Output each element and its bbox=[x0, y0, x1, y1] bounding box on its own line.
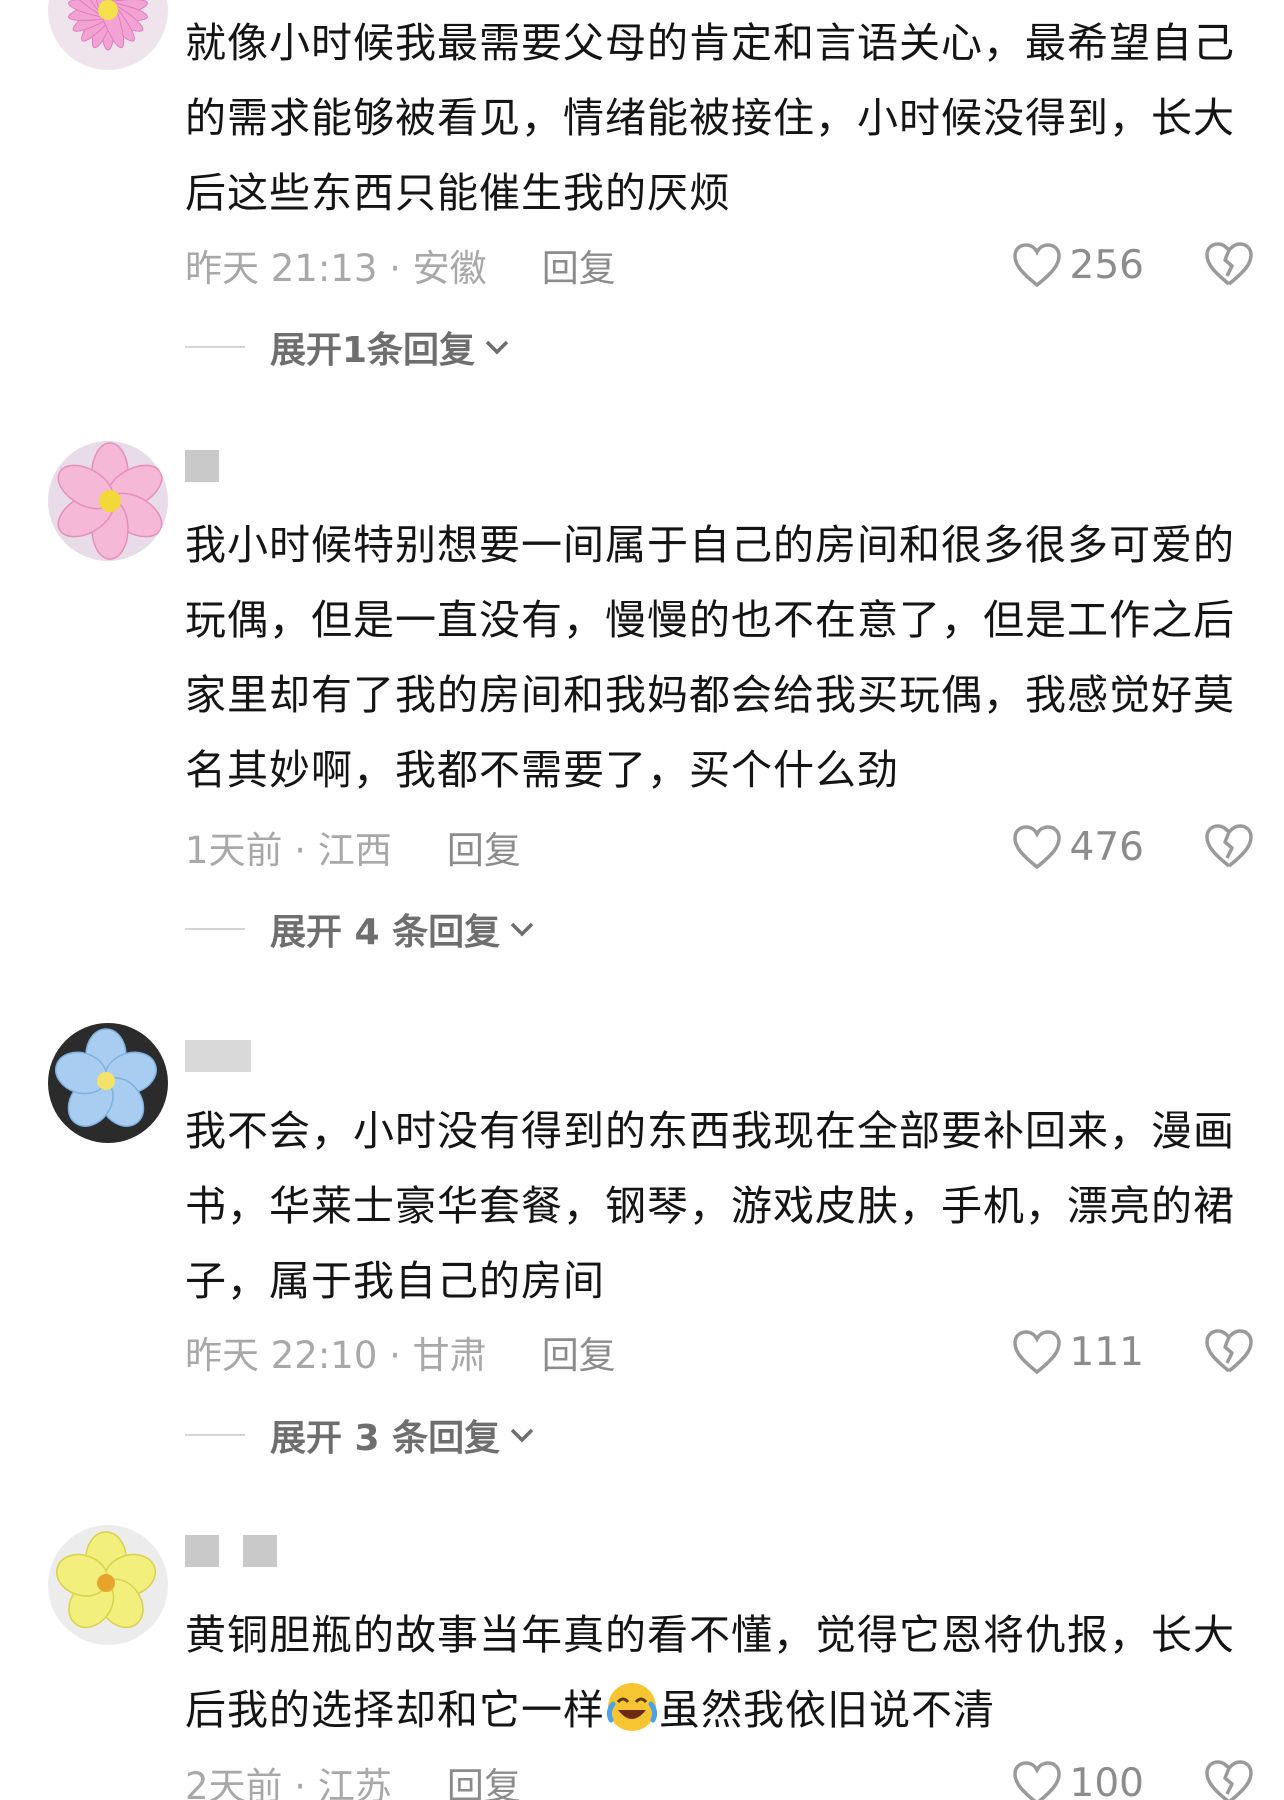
username-redaction bbox=[185, 1040, 251, 1072]
like-count: 256 bbox=[1069, 242, 1144, 288]
chevron-down-icon bbox=[510, 1428, 534, 1443]
comment-meta: 1天前 · 江西 回复 bbox=[185, 822, 521, 872]
like-count: 476 bbox=[1069, 824, 1144, 870]
like-count: 111 bbox=[1069, 1329, 1144, 1375]
divider-line bbox=[185, 928, 245, 930]
comment-text: 我不会，小时没有得到的东西我现在全部要补回来，漫画书，华莱士豪华套餐，钢琴，游戏… bbox=[185, 1107, 1235, 1305]
expand-replies-button[interactable]: 展开 3 条回复 bbox=[185, 1410, 536, 1460]
reply-button[interactable]: 回复 bbox=[447, 1756, 521, 1800]
like-count: 100 bbox=[1069, 1760, 1144, 1800]
broken-heart-icon bbox=[1205, 1329, 1253, 1373]
reply-button[interactable]: 回复 bbox=[542, 1325, 616, 1379]
dislike-button[interactable] bbox=[1204, 240, 1254, 288]
reply-button[interactable]: 回复 bbox=[542, 238, 616, 292]
chevron-down-icon bbox=[510, 922, 534, 937]
expand-replies-button[interactable]: 展开1条回复 bbox=[185, 322, 511, 372]
pink-cosmos-avatar-icon bbox=[48, 441, 168, 561]
yellow-flower-avatar-icon bbox=[48, 1525, 168, 1645]
like-button[interactable]: 256 bbox=[1012, 240, 1144, 290]
reply-button[interactable]: 回复 bbox=[447, 820, 521, 874]
username-redaction bbox=[185, 450, 219, 482]
expand-replies-button[interactable]: 展开 4 条回复 bbox=[185, 904, 536, 954]
chevron-down-icon bbox=[485, 340, 509, 355]
avatar[interactable] bbox=[48, 1023, 168, 1143]
dislike-button[interactable] bbox=[1204, 1758, 1254, 1800]
like-button[interactable]: 111 bbox=[1012, 1327, 1144, 1377]
avatar[interactable] bbox=[48, 0, 168, 70]
broken-heart-icon bbox=[1205, 242, 1253, 286]
broken-heart-icon bbox=[1205, 824, 1253, 868]
comment-time-location: 昨天 21:13 · 安徽 bbox=[185, 247, 487, 290]
divider-line bbox=[185, 346, 245, 348]
username-redaction bbox=[243, 1535, 277, 1567]
heart-icon bbox=[1012, 825, 1061, 870]
expand-replies-label: 展开 4 条回复 bbox=[270, 912, 501, 953]
like-button[interactable]: 100 bbox=[1012, 1758, 1144, 1800]
comment-text: 黄铜胆瓶的故事当年真的看不懂，觉得它恩将仇报，长大后我的选择却和它一样 虽然我依… bbox=[185, 1598, 1270, 1748]
heart-icon bbox=[1012, 243, 1061, 288]
comment-text: 就像小时候我最需要父母的肯定和言语关心，最希望自己的需求能够被看见，情绪能被接住… bbox=[185, 19, 1235, 217]
comment-time-location: 2天前 · 江苏 bbox=[185, 1765, 392, 1800]
comment-meta: 昨天 21:13 · 安徽 回复 bbox=[185, 240, 616, 290]
username-masked[interactable] bbox=[185, 1535, 277, 1567]
divider-line bbox=[185, 1434, 245, 1436]
heart-icon bbox=[1012, 1761, 1061, 1800]
comment-meta: 昨天 22:10 · 甘肃 回复 bbox=[185, 1327, 616, 1377]
avatar[interactable] bbox=[48, 441, 168, 561]
expand-replies-label: 展开 3 条回复 bbox=[270, 1418, 501, 1459]
dislike-button[interactable] bbox=[1204, 822, 1254, 870]
broken-heart-icon bbox=[1205, 1760, 1253, 1800]
expand-replies-label: 展开1条回复 bbox=[270, 330, 476, 371]
username-masked[interactable] bbox=[185, 450, 219, 482]
heart-icon bbox=[1012, 1330, 1061, 1375]
dislike-button[interactable] bbox=[1204, 1327, 1254, 1375]
comment-text-part: 虽然我依旧说不清 bbox=[659, 1686, 995, 1734]
like-button[interactable]: 476 bbox=[1012, 822, 1144, 872]
comment-time-location: 1天前 · 江西 bbox=[185, 829, 392, 872]
crying-laughing-emoji-icon bbox=[606, 1683, 658, 1731]
avatar[interactable] bbox=[48, 1525, 168, 1645]
comment-time-location: 昨天 22:10 · 甘肃 bbox=[185, 1334, 487, 1377]
username-masked[interactable] bbox=[185, 1040, 251, 1072]
pink-flower-avatar-icon bbox=[48, 0, 168, 70]
comment-meta: 2天前 · 江苏 回复 bbox=[185, 1758, 521, 1800]
comment-text: 我小时候特别想要一间属于自己的房间和很多很多可爱的玩偶，但是一直没有，慢慢的也不… bbox=[185, 521, 1235, 794]
blue-flower-avatar-icon bbox=[48, 1023, 168, 1143]
username-redaction bbox=[185, 1535, 219, 1567]
